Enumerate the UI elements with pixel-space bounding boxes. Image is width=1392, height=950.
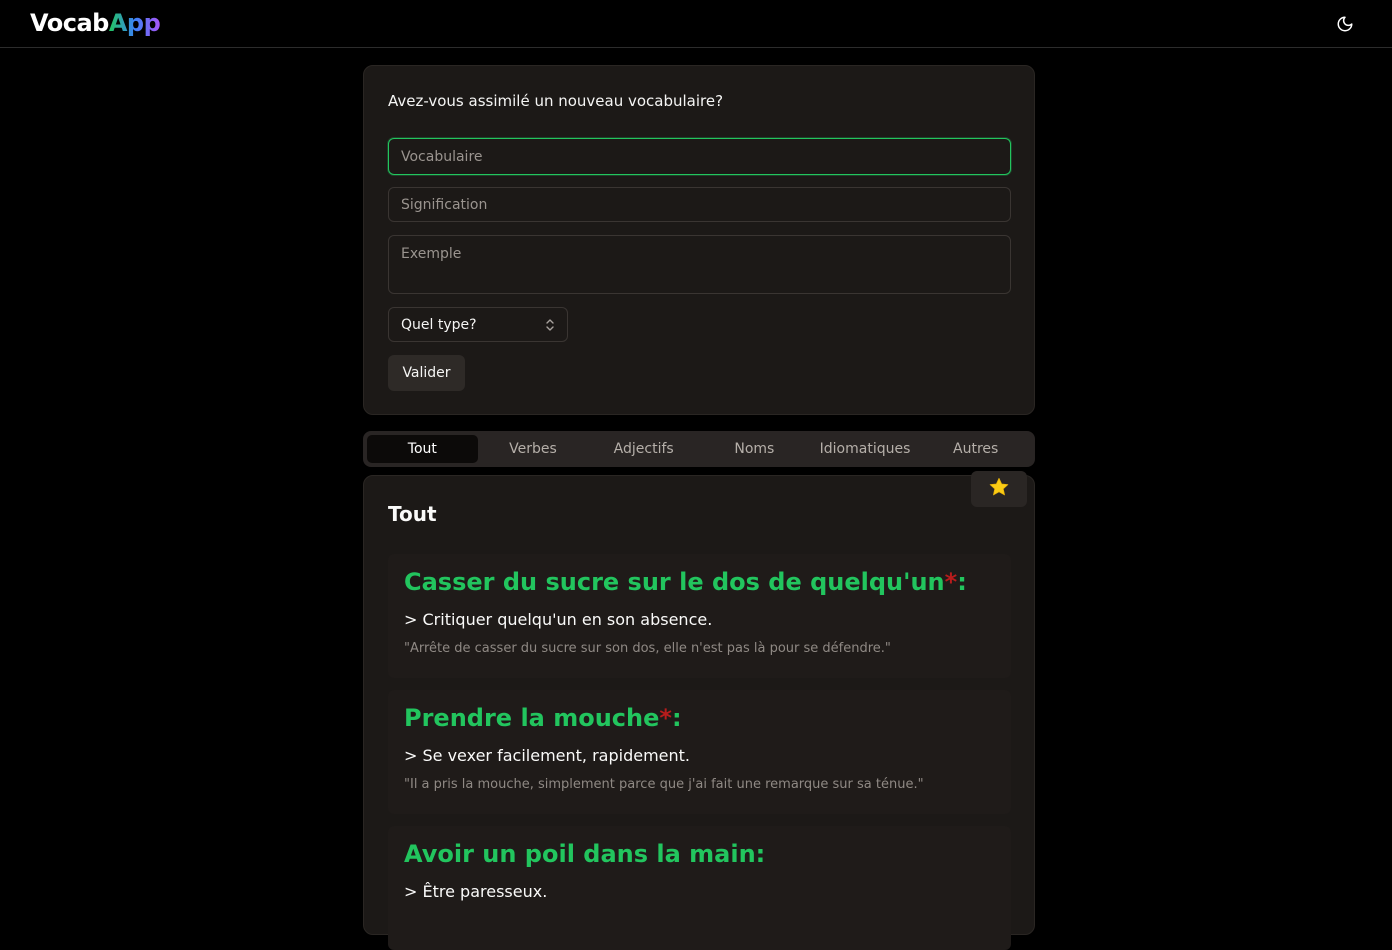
entry-marker: * (659, 704, 672, 732)
vocab-entry[interactable]: Prendre la mouche*: > Se vexer facilemen… (388, 690, 1011, 814)
tab-adjectifs[interactable]: Adjectifs (588, 435, 699, 463)
entry-word: Casser du sucre sur le dos de quelqu'un*… (404, 568, 967, 596)
entry-meaning: > Être paresseux. (404, 882, 548, 901)
vocab-list-card: Tout Casser du sucre sur le dos de quelq… (363, 475, 1035, 950)
top-bar: VocabApp (0, 0, 1392, 48)
entry-colon: : (957, 568, 967, 596)
meaning-input[interactable] (388, 187, 1011, 222)
entry-colon: : (671, 704, 682, 732)
entry-word: Avoir un poil dans la main: (404, 840, 765, 868)
entry-example: "Arrête de casser du sucre sur son dos, … (404, 641, 891, 656)
tab-verbes[interactable]: Verbes (478, 435, 589, 463)
entry-meaning: > Critiquer quelqu'un en son absence. (404, 610, 713, 629)
chevron-up-down-icon (545, 318, 555, 332)
tab-autres[interactable]: Autres (920, 435, 1031, 463)
app-logo[interactable]: VocabApp (30, 9, 161, 37)
entry-word-text: Prendre la mouche (404, 704, 660, 732)
vocab-input[interactable] (388, 138, 1011, 175)
vocab-entry[interactable]: Casser du sucre sur le dos de quelqu'un*… (388, 554, 1011, 678)
entry-word-text: Casser du sucre sur le dos de quelqu'un (404, 568, 945, 596)
type-select-value: Quel type? (401, 316, 477, 333)
logo-part-vocab: Vocab (30, 9, 109, 37)
tab-noms[interactable]: Noms (699, 435, 810, 463)
entry-example: "Il a pris la mouche, simplement parce q… (404, 777, 924, 792)
example-textarea[interactable] (388, 235, 1011, 294)
logo-part-app: App (108, 9, 161, 37)
entry-marker: * (944, 568, 958, 596)
submit-button[interactable]: Valider (388, 355, 465, 391)
tab-idiomatiques[interactable]: Idiomatiques (810, 435, 921, 463)
entry-meaning: > Se vexer facilement, rapidement. (404, 746, 690, 765)
entry-word-text: Avoir un poil dans la main (404, 840, 756, 868)
type-select[interactable]: Quel type? (388, 307, 568, 342)
vocab-entry[interactable]: Avoir un poil dans la main: > Être pares… (388, 826, 1011, 950)
moon-icon[interactable] (1334, 13, 1356, 35)
list-title: Tout (388, 502, 437, 526)
form-title: Avez-vous assimilé un nouveau vocabulair… (388, 92, 724, 110)
entry-colon: : (755, 840, 766, 868)
entry-word: Prendre la mouche*: (404, 704, 682, 732)
star-icon (988, 476, 1010, 502)
tab-tout[interactable]: Tout (367, 435, 478, 463)
add-vocab-form: Avez-vous assimilé un nouveau vocabulair… (363, 65, 1035, 415)
favorite-filter-button[interactable] (971, 471, 1027, 507)
category-tabs: Tout Verbes Adjectifs Noms Idiomatiques … (363, 431, 1035, 467)
